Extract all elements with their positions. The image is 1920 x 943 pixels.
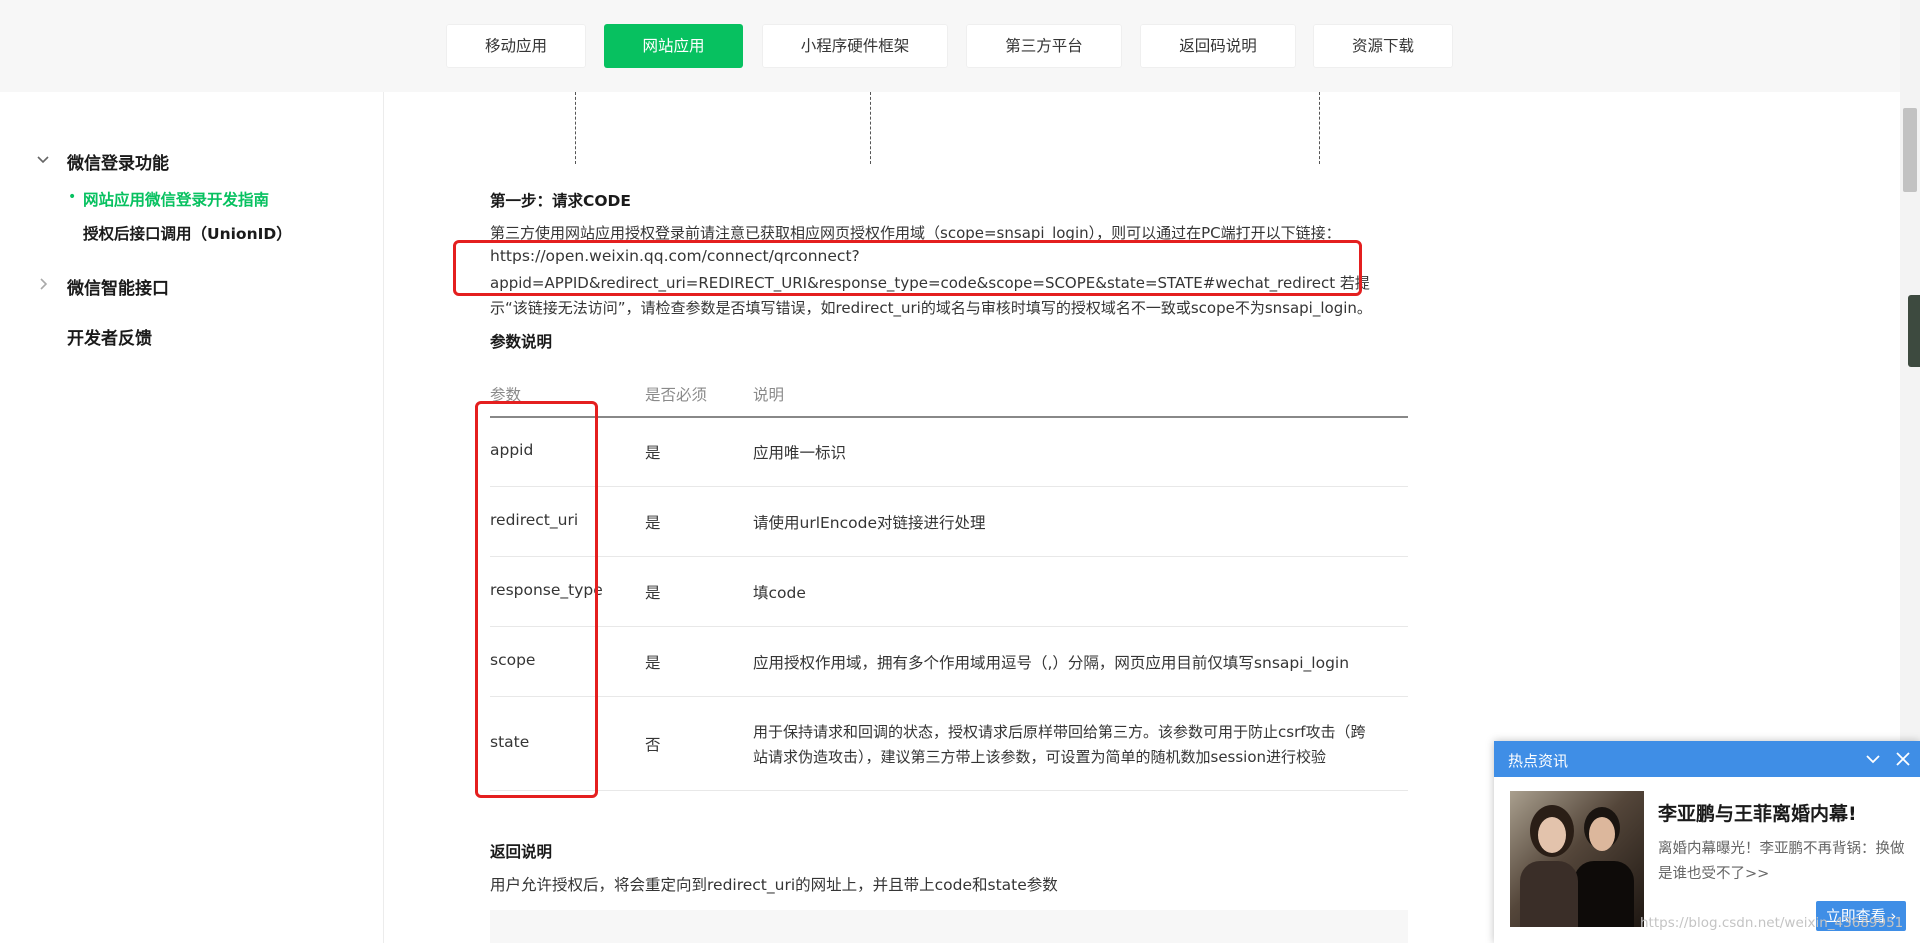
param-required: 是 [645, 444, 661, 462]
watermark-url: https://blog.csdn.net/weixin_43689951 [1640, 915, 1904, 931]
scrollbar-thumb[interactable] [1903, 108, 1917, 192]
close-icon[interactable] [1896, 752, 1910, 766]
tab-resource-download[interactable]: 资源下载 [1313, 24, 1453, 68]
param-desc: 应用授权作用域，拥有多个作用域用逗号（,）分隔，网页应用目前仅填写snsapi_… [753, 654, 1350, 672]
url-error-note: 示“该链接无法访问”，请检查参数是否填写错误，如redirect_uri的域名与… [490, 299, 1372, 317]
sidebar-section-wechat-login[interactable]: 微信登录功能 [67, 149, 169, 174]
flow-dashed-line [575, 92, 576, 164]
person-face [1589, 817, 1615, 851]
flow-dashed-line [870, 92, 871, 164]
hot-news-popup: 热点资讯 李亚鹏与王菲离婚内幕! 离婚内幕曝光！李亚鹏不再背锅：换做是谁也受不了… [1494, 741, 1920, 943]
row-divider [490, 486, 1408, 487]
news-headline[interactable]: 李亚鹏与王菲离婚内幕! [1658, 799, 1857, 826]
tab-return-codes[interactable]: 返回码说明 [1140, 24, 1296, 68]
active-bullet: • [68, 189, 77, 205]
param-required: 否 [645, 736, 661, 754]
param-required: 是 [645, 584, 661, 602]
sidebar-section-feedback[interactable]: 开发者反馈 [67, 324, 152, 349]
param-required: 是 [645, 514, 661, 532]
table-header-desc: 说明 [753, 386, 785, 404]
params-title: 参数说明 [490, 333, 553, 351]
table-header-divider [490, 416, 1408, 418]
flow-dashed-line [1319, 92, 1320, 164]
top-nav-bar: 移动应用 网站应用 小程序硬件框架 第三方平台 返回码说明 资源下载 [0, 0, 1920, 92]
tab-miniprogram-hardware[interactable]: 小程序硬件框架 [762, 24, 948, 68]
row-divider [490, 556, 1408, 557]
person-suit [1574, 861, 1634, 927]
return-title: 返回说明 [490, 843, 553, 861]
person-dress [1520, 861, 1578, 927]
chevron-down-icon[interactable] [37, 156, 49, 164]
sidebar-item-website-login-guide[interactable]: 网站应用微信登录开发指南 [83, 188, 269, 210]
row-divider [490, 696, 1408, 697]
news-photo[interactable] [1510, 791, 1644, 927]
tab-website-app[interactable]: 网站应用 [604, 24, 743, 68]
param-desc-line1: 用于保持请求和回调的状态，授权请求后原样带回给第三方。该参数可用于防止csrf攻… [753, 723, 1366, 741]
person-face [1538, 817, 1566, 853]
sidebar-item-unionid[interactable]: 授权后接口调用（UnionID） [83, 222, 292, 244]
param-desc: 应用唯一标识 [753, 444, 847, 462]
chevron-right-icon[interactable] [40, 278, 48, 290]
param-required: 是 [645, 654, 661, 672]
row-divider [490, 626, 1408, 627]
popup-title: 热点资讯 [1508, 752, 1569, 770]
tab-third-party-platform[interactable]: 第三方平台 [966, 24, 1122, 68]
params-highlight-box [475, 401, 598, 798]
chevron-down-icon[interactable] [1866, 754, 1880, 764]
sidebar-section-smart-api[interactable]: 微信智能接口 [67, 274, 169, 299]
row-divider [490, 790, 1408, 791]
param-desc: 填code [753, 584, 806, 602]
url-highlight-box [453, 240, 1362, 296]
param-desc-line2: 站请求伪造攻击），建议第三方带上该参数，可设置为简单的随机数加session进行… [753, 748, 1327, 766]
code-block [490, 910, 1408, 943]
param-desc: 请使用urlEncode对链接进行处理 [753, 514, 986, 532]
return-desc: 用户允许授权后，将会重定向到redirect_uri的网址上，并且带上code和… [490, 876, 1058, 894]
news-description: 离婚内幕曝光！李亚鹏不再背锅：换做是谁也受不了>> [1658, 841, 1905, 882]
sidebar: 微信登录功能 • 网站应用微信登录开发指南 授权后接口调用（UnionID） 微… [0, 92, 384, 943]
tab-mobile-app[interactable]: 移动应用 [446, 24, 586, 68]
step1-title: 第一步：请求CODE [490, 192, 632, 210]
table-header-required: 是否必须 [645, 386, 708, 404]
side-widget-handle[interactable] [1908, 295, 1920, 367]
